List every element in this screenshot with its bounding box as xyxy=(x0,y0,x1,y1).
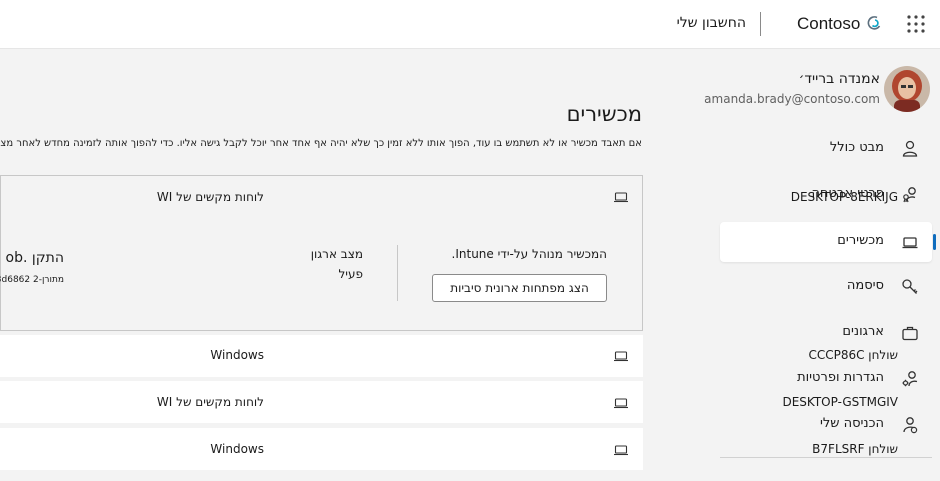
device-os: לוחות מקשים של WI xyxy=(156,395,264,409)
nav-item-overview[interactable]: מבט כולל xyxy=(720,129,932,169)
nav-label-overview: מבט כולל xyxy=(829,140,884,155)
header-divider xyxy=(760,12,761,36)
contoso-logo-icon xyxy=(867,16,881,30)
app-launcher-icon[interactable] xyxy=(906,14,926,34)
top-bar: Contoso החשבון שלי xyxy=(0,0,940,49)
device-name: DESKTOP-8ERKIJG xyxy=(790,190,898,204)
nav-divider xyxy=(720,457,932,458)
device-row[interactable] xyxy=(0,335,643,377)
profile-name: אמנדה ברייד׳ xyxy=(798,71,880,87)
laptop-icon xyxy=(614,398,628,409)
device-os: לוחות מקשים של WI xyxy=(156,190,264,204)
briefcase-icon xyxy=(902,326,918,341)
install-value: מתורן-2 3d6862 xyxy=(0,275,64,285)
profile-email: amanda.brady@contoso.com xyxy=(704,92,880,106)
nav-label-devices: מכשירים xyxy=(837,233,884,248)
laptop-icon xyxy=(614,445,628,456)
avatar xyxy=(884,66,930,112)
nav-item-organizations[interactable]: ארגונים xyxy=(720,313,932,353)
laptop-icon xyxy=(614,192,628,203)
nav-label-organizations: ארגונים xyxy=(842,324,884,339)
person-icon xyxy=(902,140,918,157)
org-status-value: פעיל xyxy=(338,267,363,281)
details-divider xyxy=(397,245,398,301)
device-managed-text: המכשיר מנוהל על-ידי Intune. xyxy=(451,247,607,261)
brand-name: Contoso xyxy=(797,14,861,33)
laptop-icon xyxy=(614,351,628,362)
view-bitlocker-keys-button[interactable]: הצג מפתחות ארונית סיביות xyxy=(432,274,607,302)
install-label: התקן .ob xyxy=(5,250,64,266)
sign-in-icon xyxy=(903,417,918,434)
nav-label-my-sign-ins: הכניסה שלי xyxy=(819,416,884,431)
avatar-photo-icon xyxy=(884,66,930,112)
nav-item-settings-privacy[interactable]: הגדרות ופרטיות xyxy=(720,359,932,399)
laptop-icon xyxy=(902,237,918,249)
page-header-title[interactable]: החשבון שלי xyxy=(660,15,746,31)
nav-label-settings-privacy: הגדרות ופרטיות xyxy=(797,370,884,385)
nav-label-password: סיסמה xyxy=(846,278,884,293)
org-status-label: מצב ארגון xyxy=(310,247,363,261)
key-icon xyxy=(902,279,918,294)
device-name: שולחן B7FLSRF xyxy=(812,442,898,456)
nav-item-devices[interactable]: מכשירים xyxy=(720,222,936,262)
device-os: Windows xyxy=(210,442,264,456)
security-info-icon xyxy=(903,187,916,203)
device-row[interactable] xyxy=(0,428,643,470)
page-description: אם תאבד מכשיר או לא תשתמש בו עוד, הפוך א… xyxy=(0,138,642,149)
settings-person-icon xyxy=(902,371,918,387)
device-name: שולחן CCCP86C xyxy=(808,348,898,362)
device-os: Windows xyxy=(210,348,264,362)
nav-item-my-sign-ins[interactable]: הכניסה שלי xyxy=(720,405,932,445)
nav-item-password[interactable]: סיסמה xyxy=(720,267,932,307)
device-name: DESKTOP-GSTMGIV xyxy=(782,395,898,409)
page-title: מכשירים xyxy=(566,102,642,127)
device-row[interactable] xyxy=(0,381,643,423)
